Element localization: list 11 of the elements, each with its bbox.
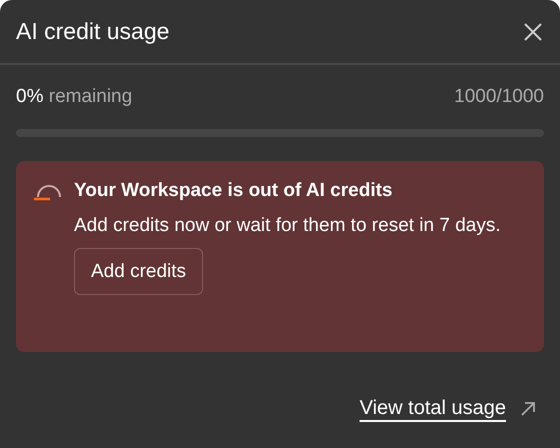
- add-credits-button[interactable]: Add credits: [74, 248, 204, 295]
- external-link-icon: [520, 400, 536, 416]
- close-icon[interactable]: [522, 20, 544, 42]
- dialog-title: AI credit usage: [16, 18, 170, 45]
- credit-count: 1000/1000: [454, 86, 544, 108]
- alert-message: Add credits now or wait for them to reset in 7 days.: [74, 214, 502, 238]
- percent-remaining: 0%: [16, 86, 44, 107]
- gauge-icon: [32, 183, 64, 203]
- alert-title: Your Workspace is out of AI credits: [74, 179, 392, 203]
- remaining-label: remaining: [48, 86, 132, 107]
- view-usage-link[interactable]: View total usage: [360, 397, 506, 420]
